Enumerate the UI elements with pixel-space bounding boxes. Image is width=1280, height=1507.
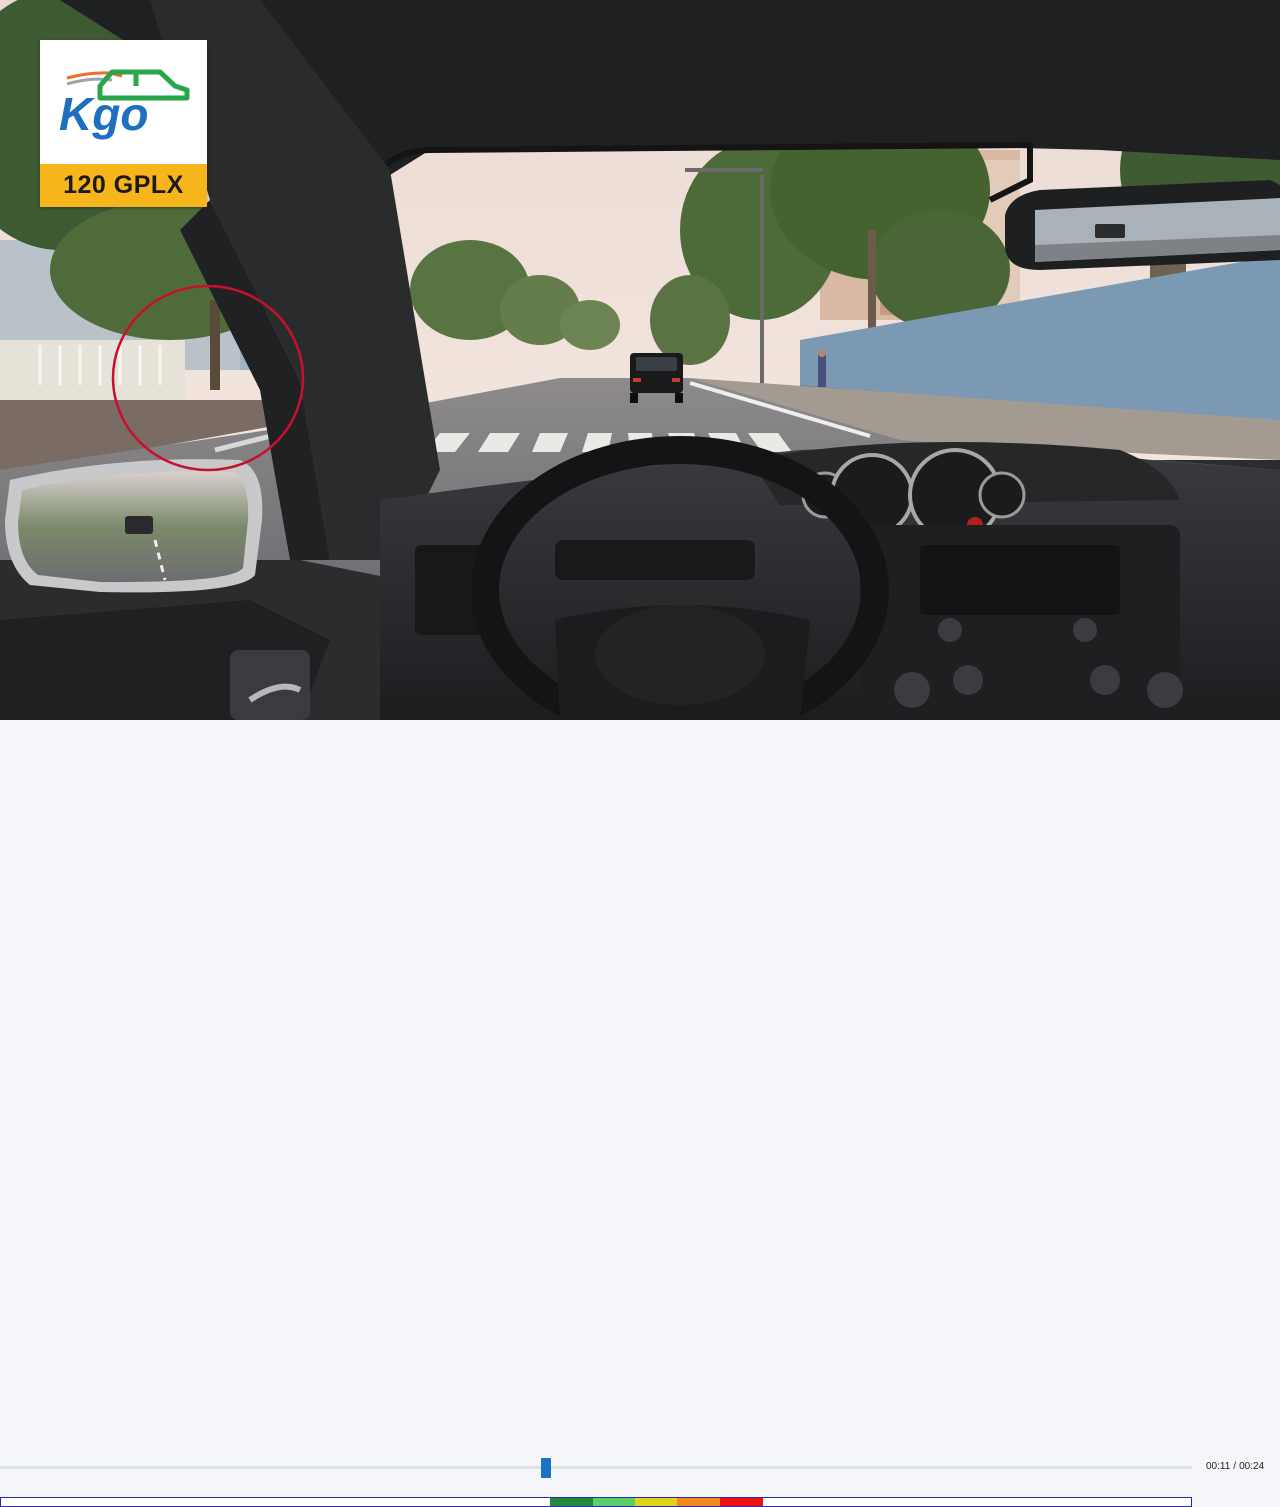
left-side-mirror <box>5 459 263 593</box>
score-segment-level-3 <box>634 1498 678 1506</box>
current-time: 00:11 <box>1206 1461 1231 1472</box>
time-display: 00:11/00:24 <box>1206 1461 1264 1472</box>
score-segment-level-1 <box>550 1498 594 1506</box>
score-timeline <box>0 1497 1192 1507</box>
total-duration: 00:24 <box>1239 1461 1265 1472</box>
score-segment-level-5 <box>719 1498 763 1506</box>
driving-video-frame[interactable]: Kgo 120 GPLX <box>0 0 1280 720</box>
video-controls: 00:11/00:24 <box>0 720 1280 1507</box>
seek-handle[interactable] <box>541 1458 551 1478</box>
time-separator: / <box>1233 1461 1237 1472</box>
logo-caption: 120 GPLX <box>63 171 184 199</box>
logo-badge: Kgo 120 GPLX <box>40 40 207 207</box>
logo-caption-band: 120 GPLX <box>40 164 207 207</box>
score-segment-level-4 <box>677 1498 721 1506</box>
logo-brand-text: Kgo <box>59 88 148 140</box>
rear-view-mirror <box>1005 180 1280 270</box>
score-segment-level-2 <box>592 1498 636 1506</box>
logo-mark: Kgo <box>40 40 207 164</box>
seek-bar[interactable] <box>0 1466 1192 1469</box>
